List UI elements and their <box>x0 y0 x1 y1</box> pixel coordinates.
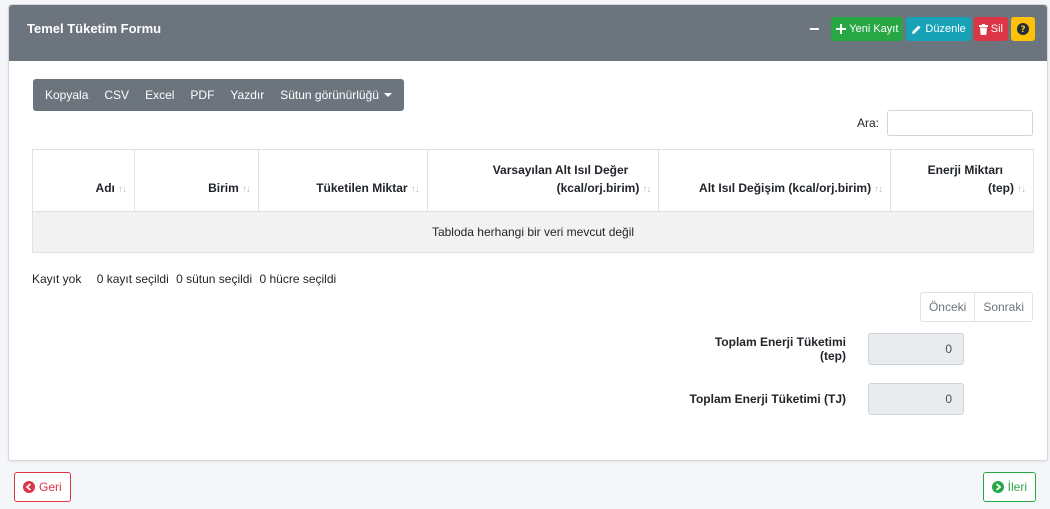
table-row: Tabloda herhangi bir veri mevcut değil <box>32 211 1034 253</box>
column-header-name[interactable]: Adı ↑↓ <box>32 149 135 212</box>
rows-selected: 0 kayıt seçildi <box>96 272 169 286</box>
card-title: Temel Tüketim Formu <box>27 20 162 36</box>
consumption-form-card: Temel Tüketim Formu − Yeni Kayıt Düzenle… <box>8 4 1048 461</box>
arrow-left-circle-icon <box>23 481 35 493</box>
column-header-heat-change[interactable]: Alt Isıl Değişim (kcal/orj.birim) ↑↓ <box>658 149 892 212</box>
total-tep-field: 0 <box>868 333 964 365</box>
pagination: Önceki Sonraki <box>919 292 1033 322</box>
search-label: Ara: <box>856 116 879 130</box>
arrow-right-circle-icon <box>991 481 1004 493</box>
column-visibility-button[interactable]: Sütun görünürlüğü <box>272 79 400 111</box>
pdf-button[interactable]: PDF <box>182 79 222 111</box>
sort-icon: ↑↓ <box>241 184 251 195</box>
consumption-table: Adı ↑↓ Birim ↑↓ Tüketilen Miktar ↑↓ Varsayı… <box>32 149 1034 253</box>
caret-down-icon <box>383 93 392 97</box>
total-tep-label: Toplam Enerji Tüketimi (tep) <box>714 335 846 363</box>
help-button[interactable]: ? <box>1011 17 1035 41</box>
svg-text:?: ? <box>1020 25 1025 35</box>
plus-icon <box>836 24 847 34</box>
columns-selected: 0 sütun seçildi <box>176 272 253 286</box>
edit-button[interactable]: Düzenle <box>906 17 971 41</box>
back-label: Geri <box>39 480 62 494</box>
collapse-button[interactable]: − <box>804 20 824 38</box>
new-record-button[interactable]: Yeni Kayıt <box>831 17 904 41</box>
empty-table-message: Tabloda herhangi bir veri mevcut değil <box>32 211 1034 253</box>
new-record-label: Yeni Kayıt <box>849 23 899 35</box>
sort-icon: ↑↓ <box>874 184 883 195</box>
column-header-unit[interactable]: Birim ↑↓ <box>133 149 259 212</box>
export-button-group: Kopyala CSV Excel PDF Yazdır Sütun görün… <box>33 79 404 111</box>
edit-label: Düzenle <box>925 23 966 35</box>
card-tools: − Yeni Kayıt Düzenle Sil ? <box>804 17 1035 41</box>
print-button[interactable]: Yazdır <box>222 79 272 111</box>
column-visibility-label: Sütun görünürlüğü <box>280 88 379 102</box>
sort-icon: ↑↓ <box>410 184 420 195</box>
column-header-energy-amount[interactable]: Enerji Miktarı (tep) ↑↓ <box>890 149 1034 212</box>
search-area: Ara: <box>857 110 1033 136</box>
record-count: Kayıt yok <box>32 272 82 286</box>
total-tj-field: 0 <box>868 383 964 415</box>
next-button[interactable]: İleri <box>982 472 1036 502</box>
pencil-icon <box>912 25 921 34</box>
trash-icon <box>978 23 988 35</box>
next-label: İleri <box>1007 480 1027 494</box>
sort-icon: ↑↓ <box>117 184 127 195</box>
previous-page-button[interactable]: Önceki <box>919 292 976 322</box>
copy-button[interactable]: Kopyala <box>37 79 96 111</box>
excel-button[interactable]: Excel <box>137 79 182 111</box>
column-header-consumed-amount[interactable]: Tüketilen Miktar ↑↓ <box>257 149 428 212</box>
total-tep-row: Toplam Enerji Tüketimi (tep) 0 <box>686 333 964 365</box>
cells-selected: 0 hücre seçildi <box>259 272 337 286</box>
question-icon: ? <box>1017 23 1029 35</box>
delete-label: Sil <box>990 23 1003 35</box>
delete-button[interactable]: Sil <box>973 17 1008 41</box>
csv-button[interactable]: CSV <box>96 79 137 111</box>
next-page-button[interactable]: Sonraki <box>975 292 1033 322</box>
card-header: Temel Tüketim Formu − Yeni Kayıt Düzenle… <box>9 5 1047 61</box>
table-header-row: Adı ↑↓ Birim ↑↓ Tüketilen Miktar ↑↓ Varsayı… <box>32 149 1034 212</box>
search-input[interactable] <box>887 110 1033 136</box>
total-tj-label: Toplam Enerji Tüketimi (TJ) <box>689 392 846 406</box>
back-button[interactable]: Geri <box>14 472 71 502</box>
table-info: Kayıt yok 0 kayıt seçildi 0 sütun seçild… <box>32 272 340 286</box>
total-tj-row: Toplam Enerji Tüketimi (TJ) 0 <box>686 383 964 415</box>
column-header-default-heat-value[interactable]: Varsayılan Alt Isıl Değer (kcal/orj.biri… <box>426 149 660 212</box>
sort-icon: ↑↓ <box>1017 184 1026 195</box>
sort-icon: ↑↓ <box>642 184 651 195</box>
